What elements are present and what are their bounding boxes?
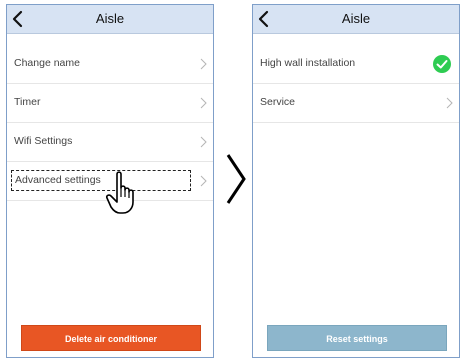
chevron-right-icon [446,97,453,109]
menu-item-change-name[interactable]: Change name [7,45,213,84]
delete-air-conditioner-button[interactable]: Delete air conditioner [21,325,201,351]
hand-pointer-icon [106,171,134,214]
page-title: Aisle [341,11,371,26]
app-header: Aisle [7,5,213,34]
setting-high-wall-installation[interactable]: High wall installation [253,45,459,84]
page-title: Aisle [95,11,125,26]
transition-arrow-icon [226,154,246,204]
menu-item-label: Wifi Settings [14,135,73,147]
menu-item-label: Change name [14,57,80,69]
chevron-right-icon [200,58,207,70]
setting-label: High wall installation [260,57,356,69]
menu-item-wifi-settings[interactable]: Wifi Settings [7,123,213,162]
reset-settings-button[interactable]: Reset settings [267,325,447,351]
menu-item-label: Timer [14,96,41,108]
chevron-right-icon [200,97,207,109]
setting-service[interactable]: Service [253,84,459,123]
advanced-settings-screen: Aisle High wall installation Service Res… [252,4,460,358]
menu-item-timer[interactable]: Timer [7,84,213,123]
app-header: Aisle [253,5,459,34]
chevron-right-icon [200,175,207,187]
menu-item-label: Advanced settings [15,174,101,186]
check-circle-icon [433,55,451,73]
chevron-right-icon [200,136,207,148]
setting-label: Service [260,96,296,108]
